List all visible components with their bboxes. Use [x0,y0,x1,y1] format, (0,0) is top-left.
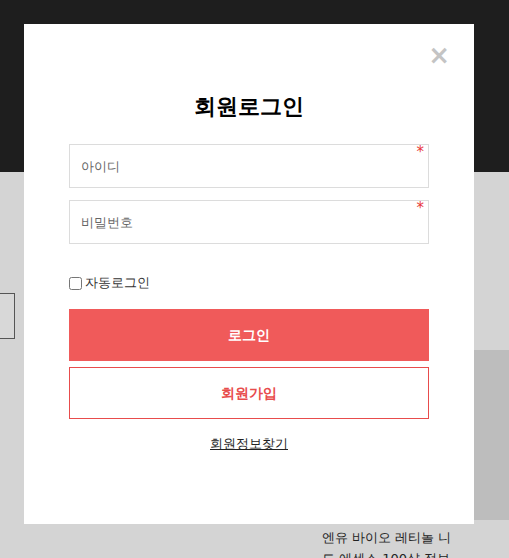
field-wrapper: * [69,200,429,244]
product-text-line: 엔유 바이오 레티놀 니 [322,527,509,548]
modal-title: 회원로그인 [69,92,429,122]
login-modal: × 회원로그인 * * 자동로그인로그인회원가입회원정보찾기 [24,24,474,524]
find-account-link[interactable]: 회원정보찾기 [210,435,288,453]
id-input[interactable] [69,144,429,188]
auto-login-label: 자동로그인 [85,274,150,292]
auto-login-checkbox[interactable] [69,277,82,290]
password-input[interactable] [69,200,429,244]
signup-button[interactable]: 회원가입 [69,367,429,419]
required-mark: * [417,145,425,160]
product-text-line: 드 에센스 100샷 정보 [322,548,509,558]
required-mark: * [417,201,425,216]
field-wrapper: * [69,144,429,188]
product-description: 엔유 바이오 레티놀 니드 에센스 100샷 정보 [322,527,509,558]
login-button[interactable]: 로그인 [69,309,429,361]
close-button[interactable]: × [428,42,450,68]
auto-login[interactable]: 자동로그인 [69,274,429,292]
side-box [0,293,15,339]
